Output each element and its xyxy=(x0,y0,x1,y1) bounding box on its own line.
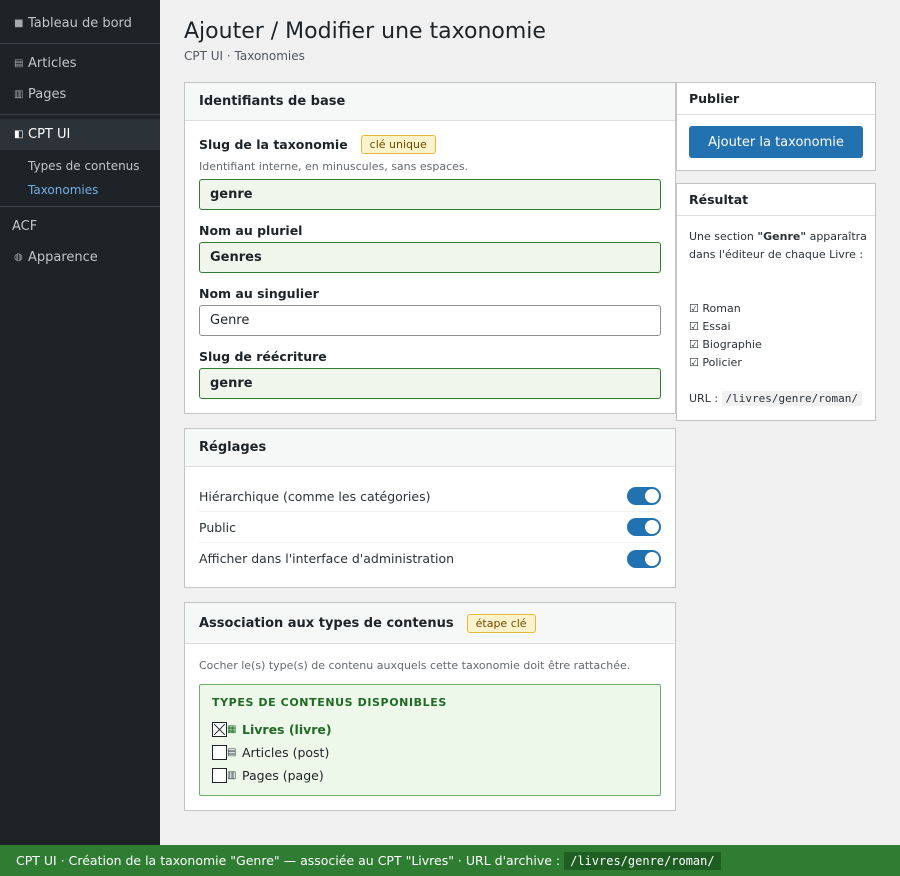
sidebar-item-dashboard[interactable]: ■ Tableau de bord xyxy=(0,8,160,39)
result-term: ☑ Policier xyxy=(689,356,742,369)
slug-label: Slug de la taxonomie clé unique xyxy=(199,135,436,154)
toggle-knob xyxy=(645,489,659,503)
toggle-label: Public xyxy=(199,519,236,535)
content-types-box: TYPES DE CONTENUS DISPONIBLES ▦ Livres (… xyxy=(199,684,661,796)
sidebar-item-label: CPT UI xyxy=(28,127,71,142)
key-step-badge: étape clé xyxy=(466,613,536,633)
basics-card-title: Identifiants de base xyxy=(185,83,675,121)
settings-card-title: Réglages xyxy=(185,429,675,467)
association-hint: Cocher le(s) type(s) de contenu auxquels… xyxy=(199,659,631,672)
settings-title-text: Réglages xyxy=(199,440,267,455)
toggle-row-show-ui: Afficher dans l'interface d'administrati… xyxy=(199,543,661,574)
singular-name-input[interactable] xyxy=(199,305,661,336)
result-taxonomy-name: "Genre" xyxy=(757,230,807,243)
plural-label: Nom au pluriel xyxy=(199,223,303,238)
result-card: Résultat Une section "Genre" apparaîtra … xyxy=(676,183,876,421)
page-checkbox[interactable] xyxy=(212,767,227,783)
content-type-page[interactable]: ▥ Pages (page) xyxy=(212,766,324,784)
basics-card: Identifiants de base Slug de la taxonomi… xyxy=(184,82,676,414)
toggle-knob xyxy=(645,520,659,534)
result-url: URL : /livres/genre/roman/ xyxy=(689,390,862,408)
livre-checkbox[interactable] xyxy=(212,721,227,737)
slug-input[interactable] xyxy=(199,179,661,210)
page-icon: ▥ xyxy=(227,769,237,781)
result-url-label: URL : xyxy=(689,392,719,405)
admin-sidebar: ■ Tableau de bord ▤ Articles ▥ Pages ◧ C… xyxy=(0,0,160,845)
articles-icon: ▤ xyxy=(14,58,24,69)
sidebar-item-label: Apparence xyxy=(28,250,98,265)
toggle-label: Hiérarchique (comme les catégories) xyxy=(199,488,431,504)
rewrite-label: Slug de réécriture xyxy=(199,349,327,364)
toggle-row-hierarchical: Hiérarchique (comme les catégories) xyxy=(199,481,661,512)
association-title-text: Association aux types de contenus xyxy=(199,615,454,631)
content-type-label: Livres (livre) xyxy=(242,721,332,737)
content-types-title: TYPES DE CONTENUS DISPONIBLES xyxy=(212,696,447,709)
association-card-title: Association aux types de contenus étape … xyxy=(185,603,675,644)
result-url-value: /livres/genre/roman/ xyxy=(721,391,862,406)
toggle-label: Afficher dans l'interface d'administrati… xyxy=(199,551,455,566)
breadcrumb: CPT UI · Taxonomies xyxy=(184,49,305,63)
sidebar-item-label: Tableau de bord xyxy=(28,16,132,31)
hierarchical-toggle[interactable] xyxy=(627,487,661,505)
sidebar-item-label: ACF xyxy=(12,219,38,234)
home-icon: ■ xyxy=(14,18,24,29)
result-term: ☑ Essai xyxy=(689,320,731,333)
publish-card-title: Publier xyxy=(677,83,875,115)
content-type-livre[interactable]: ▦ Livres (livre) xyxy=(212,720,332,738)
singular-label: Nom au singulier xyxy=(199,286,319,301)
slug-label-text: Slug de la taxonomie xyxy=(199,137,348,152)
rewrite-slug-input[interactable] xyxy=(199,368,661,399)
page-title: Ajouter / Modifier une taxonomie xyxy=(184,19,546,44)
association-card: Association aux types de contenus étape … xyxy=(184,602,676,811)
settings-card: Réglages Hiérarchique (comme les catégor… xyxy=(184,428,676,588)
post-checkbox[interactable] xyxy=(212,744,227,760)
cptui-icon: ◧ xyxy=(14,129,24,140)
basics-title-text: Identifiants de base xyxy=(199,94,346,109)
sidebar-item-label: Articles xyxy=(28,56,77,71)
pages-icon: ▥ xyxy=(14,89,24,100)
sidebar-item-appearance[interactable]: ◍ Apparence xyxy=(0,242,160,273)
toggle-row-public: Public xyxy=(199,512,661,543)
appearance-icon: ◍ xyxy=(14,252,23,263)
result-title-text: Résultat xyxy=(689,192,749,207)
status-text: CPT UI · Création de la taxonomie "Genre… xyxy=(16,853,561,868)
result-term: ☑ Roman xyxy=(689,302,741,315)
sidebar-item-cptui[interactable]: ◧ CPT UI xyxy=(0,119,160,150)
result-intro: Une section "Genre" apparaîtra dans l'éd… xyxy=(689,228,869,264)
result-intro-before: Une section xyxy=(689,230,754,243)
sidebar-subitem-taxonomies[interactable]: Taxonomies xyxy=(0,178,160,202)
toggle-knob xyxy=(645,551,659,566)
sidebar-item-label: Pages xyxy=(28,87,67,102)
result-card-title: Résultat xyxy=(677,184,875,216)
result-term: ☑ Biographie xyxy=(689,338,762,351)
public-toggle[interactable] xyxy=(627,518,661,536)
status-bar: CPT UI · Création de la taxonomie "Genre… xyxy=(0,845,900,876)
post-icon: ▤ xyxy=(227,746,237,758)
content-type-post[interactable]: ▤ Articles (post) xyxy=(212,743,329,761)
add-taxonomy-button[interactable]: Ajouter la taxonomie xyxy=(689,126,863,158)
plural-name-input[interactable] xyxy=(199,242,661,273)
unique-key-badge: clé unique xyxy=(360,135,436,154)
content-type-label: Pages (page) xyxy=(242,767,324,783)
sidebar-subitem-content-types[interactable]: Types de contenus xyxy=(0,154,160,178)
publish-title-text: Publier xyxy=(689,91,740,106)
book-icon: ▦ xyxy=(227,723,237,735)
sidebar-item-pages[interactable]: ▥ Pages xyxy=(0,79,160,110)
archive-url: /livres/genre/roman/ xyxy=(564,851,721,870)
slug-hint: Identifiant interne, en minuscules, sans… xyxy=(199,160,469,173)
sidebar-item-acf[interactable]: ACF xyxy=(0,211,160,242)
publish-card: Publier Ajouter la taxonomie xyxy=(676,82,876,171)
show-ui-toggle[interactable] xyxy=(627,549,661,568)
content-type-label: Articles (post) xyxy=(242,744,330,760)
sidebar-item-articles[interactable]: ▤ Articles xyxy=(0,48,160,79)
